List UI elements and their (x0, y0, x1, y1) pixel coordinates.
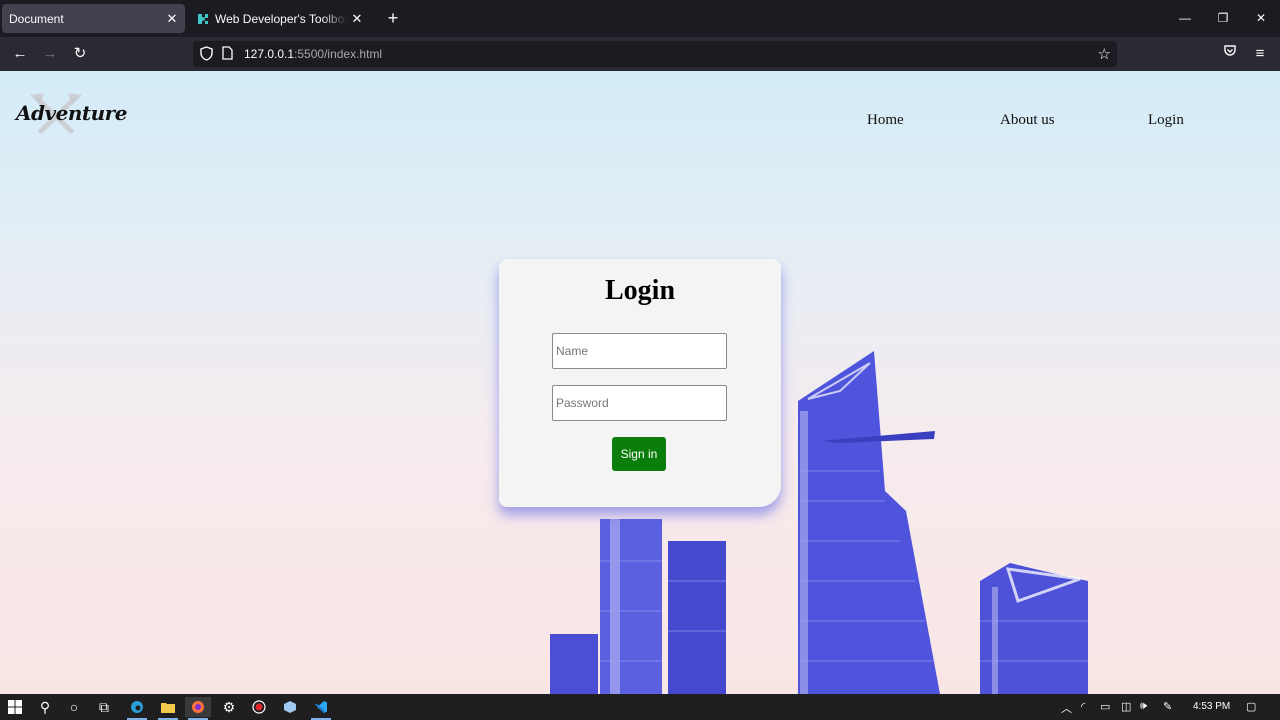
app-menu-icon[interactable]: ≡ (1249, 44, 1271, 64)
new-tab-button[interactable]: + (383, 8, 403, 28)
site-logo[interactable]: Adventure (16, 91, 127, 136)
password-input[interactable] (552, 385, 727, 421)
wifi-icon[interactable]: ◜ (1081, 700, 1085, 713)
sign-in-button[interactable]: Sign in (612, 437, 666, 471)
tab-bar: Document ✕ Web Developer's Toolbox – Add… (0, 0, 1280, 37)
tab-title: Document (9, 11, 64, 26)
puzzle-icon (198, 13, 208, 24)
login-title: Login (604, 275, 676, 306)
pen-icon[interactable]: ✎ (1163, 700, 1172, 713)
nav-home[interactable]: Home (867, 112, 904, 129)
tab-document[interactable]: Document ✕ (2, 4, 185, 33)
battery-icon[interactable]: ▭ (1100, 700, 1110, 713)
back-icon[interactable]: ← (9, 44, 31, 64)
pocket-icon[interactable] (1219, 44, 1241, 64)
address-bar[interactable]: 127.0.0.1:5500/index.html ☆ (193, 41, 1117, 67)
page-viewport: Adventure Home About us Login Login Name… (0, 71, 1280, 694)
close-tab-icon[interactable]: ✕ (348, 11, 366, 27)
settings-gear-icon[interactable]: ⚙ (216, 697, 242, 717)
cortana-icon[interactable]: ○ (61, 697, 87, 717)
firefox-icon[interactable] (185, 697, 211, 720)
clock[interactable]: 4:53 PM (1193, 701, 1230, 712)
package-icon[interactable] (277, 697, 303, 717)
record-icon[interactable] (246, 697, 272, 717)
page-icon (222, 46, 233, 60)
name-input[interactable] (552, 333, 727, 369)
url-text[interactable]: 127.0.0.1:5500/index.html (244, 47, 382, 61)
search-icon[interactable]: ⚲ (32, 697, 58, 717)
task-view-icon[interactable]: ⧉ (91, 697, 117, 717)
navigation-toolbar: ← → ↻ 127.0.0.1:5500/index.html ☆ ≡ (0, 37, 1280, 71)
windows-taskbar: ⚲ ○ ⧉ ⚙ ︿ ◜ ▭ ◫ 🕪 ✎ 4:53 PM ▢ (0, 694, 1280, 720)
windows-start-icon[interactable] (2, 697, 28, 717)
volume-icon[interactable]: 🕪 (1140, 700, 1147, 713)
meet-now-icon[interactable]: ◫ (1121, 700, 1131, 713)
bookmark-star-icon[interactable]: ☆ (1098, 45, 1111, 63)
login-card: Login Sign in (499, 259, 781, 507)
file-explorer-icon[interactable] (155, 697, 181, 720)
shield-icon[interactable] (200, 46, 213, 61)
tab-title: Web Developer's Toolbox – Add (215, 11, 348, 26)
vscode-icon[interactable] (308, 697, 334, 720)
nav-about-us[interactable]: About us (1000, 112, 1055, 129)
edge-icon[interactable] (124, 697, 150, 720)
nav-login[interactable]: Login (1148, 112, 1184, 129)
close-window-icon[interactable]: ✕ (1251, 8, 1271, 28)
notifications-icon[interactable]: ▢ (1246, 700, 1256, 713)
logo-text: Adventure (16, 101, 127, 125)
minimize-icon[interactable]: — (1175, 8, 1195, 28)
tab-web-developer-toolbox[interactable]: Web Developer's Toolbox – Add ✕ (190, 4, 370, 33)
chevron-up-icon[interactable]: ︿ (1061, 700, 1072, 716)
reload-icon[interactable]: ↻ (69, 44, 91, 64)
forward-icon[interactable]: → (39, 44, 61, 64)
restore-icon[interactable]: ❐ (1213, 8, 1233, 28)
close-tab-icon[interactable]: ✕ (163, 11, 181, 27)
